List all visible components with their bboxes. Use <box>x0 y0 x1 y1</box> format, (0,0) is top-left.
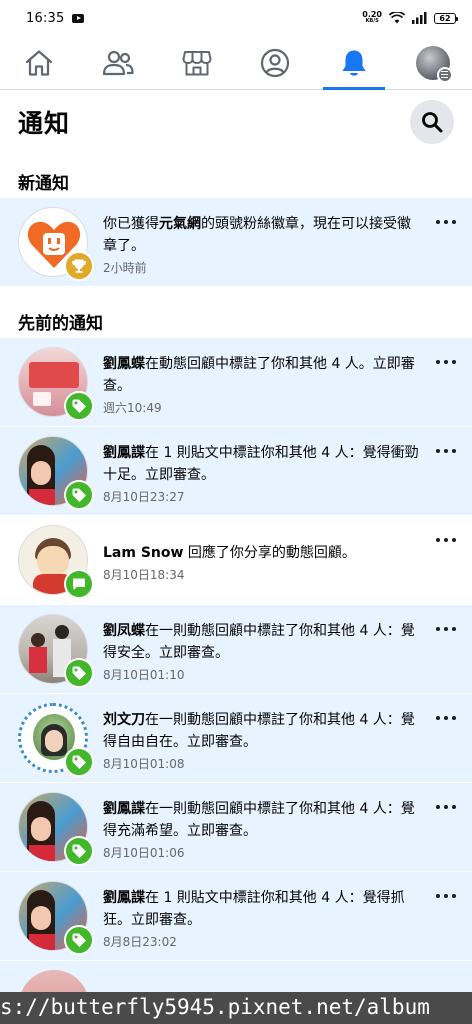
notification-item[interactable]: Lam Snow 回應了你分享的動態回顧。 8月10日18:34 <box>0 516 472 604</box>
profile-icon <box>261 48 290 77</box>
tag-badge <box>64 836 94 866</box>
friends-icon <box>102 50 134 75</box>
notification-time: 8月10日18:34 <box>103 568 185 582</box>
tab-friends[interactable] <box>79 36 158 89</box>
notification-body: 刘文刀在一則動態回顧中標註了你和其他 4 人：覺得自由自在。立即審查。 <box>103 712 415 750</box>
notification-body: 劉鳳諜在一則動態回顧中標註了你和其他 4 人：覺得充滿希望。立即審查。 <box>103 801 415 839</box>
more-options-icon[interactable] <box>436 890 456 902</box>
status-indicators: 0.20 KB/S 62 <box>362 11 458 25</box>
more-options-icon[interactable] <box>436 712 456 724</box>
notification-item[interactable]: 劉鳳諜在 1 則貼文中標註你和其他 4 人：覺得抓狂。立即審查。 8月8日23:… <box>0 872 472 960</box>
avatar <box>18 207 94 281</box>
notification-time: 2小時前 <box>103 261 147 275</box>
status-time: 16:35 <box>26 10 65 26</box>
tab-home[interactable] <box>0 36 79 89</box>
notification-item[interactable]: 劉鳳蝶在動態回顧中標註了你和其他 4 人。立即審查。 週六10:49 <box>0 338 472 426</box>
notification-item[interactable]: 劉凤蝶在一則動態回顧中標註了你和其他 4 人：覺得安全。立即審查。 8月10日0… <box>0 605 472 693</box>
notification-item-partial[interactable] <box>0 961 472 992</box>
tag-icon <box>72 666 86 680</box>
notification-text: 劉鳳諜在 1 則貼文中標註你和其他 4 人：覺得衝勁十足。立即審查。 8月10日… <box>103 442 419 505</box>
notification-body: 劉凤蝶在一則動態回顧中標註了你和其他 4 人：覺得安全。立即審查。 <box>103 623 415 661</box>
tab-menu[interactable] <box>393 36 472 89</box>
notification-time: 8月10日01:08 <box>103 757 185 771</box>
network-speed-value: 0.20 <box>362 10 382 19</box>
tag-icon <box>72 488 86 502</box>
store-icon <box>182 50 212 75</box>
url-watermark: s://butterfly5945.pixnet.net/album <box>0 992 472 1024</box>
notification-time: 8月10日23:27 <box>103 490 185 504</box>
notification-item[interactable]: 劉鳳諜在一則動態回顧中標註了你和其他 4 人：覺得充滿希望。立即審查。 8月10… <box>0 783 472 871</box>
notification-text: 劉鳳諜在 1 則貼文中標註你和其他 4 人：覺得抓狂。立即審查。 8月8日23:… <box>103 887 419 950</box>
more-options-icon[interactable] <box>436 445 456 457</box>
more-options-icon[interactable] <box>436 356 456 368</box>
notification-text: 你已獲得元氣網的頭號粉絲徽章，現在可以接受徽章了。 2小時前 <box>103 213 419 276</box>
tag-badge <box>64 391 94 421</box>
tab-profile[interactable] <box>236 36 315 89</box>
notification-time: 8月8日23:02 <box>103 935 177 949</box>
more-options-icon[interactable] <box>436 216 456 228</box>
search-button[interactable] <box>410 100 454 144</box>
youtube-notification-icon <box>72 13 85 23</box>
notification-body: 劉鳳諜在 1 則貼文中標註你和其他 4 人：覺得抓狂。立即審查。 <box>103 890 405 928</box>
more-options-icon[interactable] <box>436 801 456 813</box>
notification-time: 週六10:49 <box>103 401 162 415</box>
notification-body: Lam Snow 回應了你分享的動態回顧。 <box>103 545 356 561</box>
top-tab-bar <box>0 36 472 90</box>
section-title-new: 新通知 <box>18 174 69 194</box>
battery-icon: 62 <box>434 12 458 24</box>
network-speed-unit: KB/S <box>365 18 379 24</box>
tag-icon <box>72 399 86 413</box>
avatar <box>18 792 94 866</box>
avatar <box>18 525 94 599</box>
status-bar: 16:35 0.20 KB/S 62 <box>0 0 472 36</box>
comment-icon <box>73 578 85 590</box>
menu-avatar-icon <box>415 45 453 83</box>
tag-badge <box>64 925 94 955</box>
network-speed: 0.20 KB/S <box>362 11 382 25</box>
more-options-icon[interactable] <box>436 623 456 635</box>
notification-body: 劉鳳蝶在動態回顧中標註了你和其他 4 人。立即審查。 <box>103 356 415 394</box>
notification-text: 劉凤蝶在一則動態回顧中標註了你和其他 4 人：覺得安全。立即審查。 8月10日0… <box>103 620 419 683</box>
notification-time: 8月10日01:10 <box>103 668 185 682</box>
notification-text: Lam Snow 回應了你分享的動態回顧。 8月10日18:34 <box>103 542 419 583</box>
notification-item[interactable]: 你已獲得元氣網的頭號粉絲徽章，現在可以接受徽章了。 2小時前 <box>0 198 472 286</box>
tag-badge <box>64 658 94 688</box>
trophy-icon <box>71 259 87 273</box>
avatar <box>18 614 94 688</box>
notification-item[interactable]: 刘文刀在一則動態回顧中標註了你和其他 4 人：覺得自由自在。立即審查。 8月10… <box>0 694 472 782</box>
home-icon <box>26 49 53 76</box>
bell-icon <box>342 50 366 76</box>
notification-text: 劉鳳蝶在動態回顧中標註了你和其他 4 人。立即審查。 週六10:49 <box>103 353 419 416</box>
more-options-icon[interactable] <box>436 534 456 546</box>
notification-item[interactable]: 劉鳳諜在 1 則貼文中標註你和其他 4 人：覺得衝勁十足。立即審查。 8月10日… <box>0 427 472 515</box>
tag-icon <box>72 755 86 769</box>
notification-text: 劉鳳諜在一則動態回顧中標註了你和其他 4 人：覺得充滿希望。立即審查。 8月10… <box>103 798 419 861</box>
tag-icon <box>72 933 86 947</box>
trophy-badge <box>64 251 94 281</box>
avatar <box>18 881 94 955</box>
avatar <box>18 703 94 777</box>
page-title: 通知 <box>18 109 71 138</box>
wifi-icon <box>389 12 405 24</box>
tag-icon <box>72 844 86 858</box>
avatar <box>19 970 89 992</box>
section-title-earlier: 先前的通知 <box>18 314 103 334</box>
notification-text: 刘文刀在一則動態回顧中標註了你和其他 4 人：覺得自由自在。立即審查。 8月10… <box>103 709 419 772</box>
hamburger-menu-icon <box>436 66 453 83</box>
page-header: 通知 <box>0 90 472 154</box>
signal-icon <box>412 12 427 24</box>
notification-body: 劉鳳諜在 1 則貼文中標註你和其他 4 人：覺得衝勁十足。立即審查。 <box>103 445 419 483</box>
battery-level: 62 <box>439 13 451 23</box>
tag-badge <box>64 747 94 777</box>
notification-time: 8月10日01:06 <box>103 846 185 860</box>
avatar <box>18 436 94 510</box>
notification-body: 你已獲得元氣網的頭號粉絲徽章，現在可以接受徽章了。 <box>103 216 411 254</box>
tag-badge <box>64 480 94 510</box>
search-icon <box>422 112 443 133</box>
tab-marketplace[interactable] <box>157 36 236 89</box>
tab-notifications[interactable] <box>315 36 394 90</box>
comment-badge <box>64 569 94 599</box>
avatar <box>18 347 94 421</box>
